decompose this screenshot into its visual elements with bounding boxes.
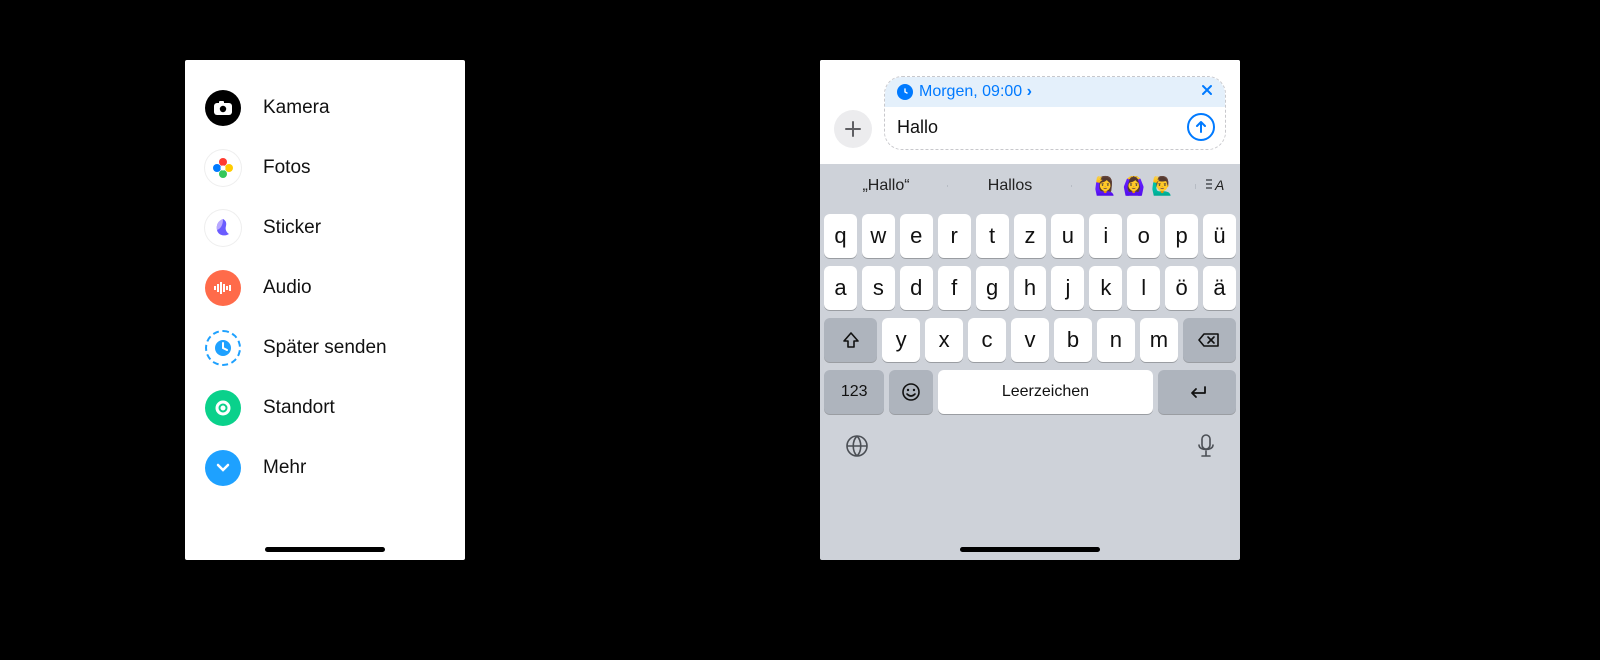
key-c[interactable]: c bbox=[968, 318, 1006, 362]
menu-item-label: Später senden bbox=[263, 337, 387, 359]
menu-item-audio[interactable]: Audio bbox=[185, 258, 465, 318]
key-ue[interactable]: ü bbox=[1203, 214, 1236, 258]
key-space[interactable]: Leerzeichen bbox=[938, 370, 1154, 414]
photos-icon bbox=[205, 150, 241, 186]
emoji-suggestion[interactable]: 🙋‍♂️ bbox=[1151, 176, 1173, 197]
add-attachment-button[interactable] bbox=[834, 110, 872, 148]
key-v[interactable]: v bbox=[1011, 318, 1049, 362]
key-w[interactable]: w bbox=[862, 214, 895, 258]
key-d[interactable]: d bbox=[900, 266, 933, 310]
mic-icon[interactable] bbox=[1196, 433, 1216, 466]
key-x[interactable]: x bbox=[925, 318, 963, 362]
keyboard-bottom-bar bbox=[820, 414, 1240, 470]
schedule-text: Morgen, 09:00 bbox=[919, 83, 1032, 101]
key-q[interactable]: q bbox=[824, 214, 857, 258]
key-j[interactable]: j bbox=[1051, 266, 1084, 310]
key-u[interactable]: u bbox=[1051, 214, 1084, 258]
close-icon[interactable] bbox=[1201, 83, 1213, 101]
font-style-button[interactable]: A bbox=[1196, 176, 1236, 197]
key-g[interactable]: g bbox=[976, 266, 1009, 310]
key-numeric[interactable]: 123 bbox=[824, 370, 884, 414]
home-indicator[interactable] bbox=[265, 547, 385, 552]
suggestion-2[interactable]: Hallos bbox=[948, 177, 1072, 195]
menu-item-sticker[interactable]: Sticker bbox=[185, 198, 465, 258]
key-p[interactable]: p bbox=[1165, 214, 1198, 258]
compose-keyboard-panel: Morgen, 09:00 Hallo „Hallo“ Hallos 🙋‍♀️ bbox=[820, 60, 1240, 560]
menu-item-label: Audio bbox=[263, 277, 312, 299]
emoji-suggestion[interactable]: 🙆‍♀️ bbox=[1123, 176, 1145, 197]
location-icon bbox=[205, 390, 241, 426]
compose-box: Morgen, 09:00 Hallo bbox=[884, 76, 1226, 150]
key-s[interactable]: s bbox=[862, 266, 895, 310]
keyboard-row-4: 123 Leerzeichen bbox=[824, 370, 1236, 414]
key-y[interactable]: y bbox=[882, 318, 920, 362]
keyboard: q w e r t z u i o p ü a s d f g h j k l … bbox=[820, 208, 1240, 414]
emoji-suggestion[interactable]: 🙋‍♀️ bbox=[1094, 176, 1116, 197]
menu-item-label: Kamera bbox=[263, 97, 330, 119]
key-i[interactable]: i bbox=[1089, 214, 1122, 258]
send-button[interactable] bbox=[1187, 113, 1215, 141]
attachment-menu-panel: Kamera Fotos Sticker bbox=[185, 60, 465, 560]
key-e[interactable]: e bbox=[900, 214, 933, 258]
camera-icon bbox=[205, 90, 241, 126]
key-o[interactable]: o bbox=[1127, 214, 1160, 258]
key-f[interactable]: f bbox=[938, 266, 971, 310]
key-m[interactable]: m bbox=[1140, 318, 1178, 362]
suggestion-1[interactable]: „Hallo“ bbox=[824, 177, 948, 195]
sticker-icon bbox=[205, 210, 241, 246]
clock-icon bbox=[205, 330, 241, 366]
key-z[interactable]: z bbox=[1014, 214, 1047, 258]
menu-item-label: Mehr bbox=[263, 457, 306, 479]
key-emoji[interactable] bbox=[889, 370, 932, 414]
key-n[interactable]: n bbox=[1097, 318, 1135, 362]
key-shift[interactable] bbox=[824, 318, 877, 362]
clock-icon bbox=[897, 84, 913, 100]
home-indicator[interactable] bbox=[960, 547, 1100, 552]
schedule-chip[interactable]: Morgen, 09:00 bbox=[885, 77, 1225, 107]
key-ae[interactable]: ä bbox=[1203, 266, 1236, 310]
keyboard-row-2: a s d f g h j k l ö ä bbox=[824, 266, 1236, 310]
globe-icon[interactable] bbox=[844, 433, 870, 466]
menu-item-more[interactable]: Mehr bbox=[185, 438, 465, 498]
suggestion-bar: „Hallo“ Hallos 🙋‍♀️ 🙆‍♀️ 🙋‍♂️ A bbox=[820, 164, 1240, 208]
menu-item-send-later[interactable]: Später senden bbox=[185, 318, 465, 378]
message-input[interactable]: Hallo bbox=[897, 117, 1187, 138]
key-a[interactable]: a bbox=[824, 266, 857, 310]
menu-item-label: Fotos bbox=[263, 157, 311, 179]
keyboard-row-1: q w e r t z u i o p ü bbox=[824, 214, 1236, 258]
key-r[interactable]: r bbox=[938, 214, 971, 258]
key-oe[interactable]: ö bbox=[1165, 266, 1198, 310]
menu-item-camera[interactable]: Kamera bbox=[185, 78, 465, 138]
keyboard-row-3: y x c v b n m bbox=[824, 318, 1236, 362]
key-k[interactable]: k bbox=[1089, 266, 1122, 310]
menu-item-label: Sticker bbox=[263, 217, 321, 239]
chevron-down-icon bbox=[205, 450, 241, 486]
menu-item-location[interactable]: Standort bbox=[185, 378, 465, 438]
key-return[interactable] bbox=[1158, 370, 1236, 414]
key-backspace[interactable] bbox=[1183, 318, 1236, 362]
attachment-menu-list: Kamera Fotos Sticker bbox=[185, 60, 465, 498]
suggestion-emojis[interactable]: 🙋‍♀️ 🙆‍♀️ 🙋‍♂️ bbox=[1072, 176, 1196, 197]
key-t[interactable]: t bbox=[976, 214, 1009, 258]
audio-icon bbox=[205, 270, 241, 306]
compose-area: Morgen, 09:00 Hallo bbox=[820, 60, 1240, 164]
svg-text:A: A bbox=[1214, 177, 1224, 192]
key-h[interactable]: h bbox=[1014, 266, 1047, 310]
key-b[interactable]: b bbox=[1054, 318, 1092, 362]
menu-item-label: Standort bbox=[263, 397, 335, 419]
menu-item-photos[interactable]: Fotos bbox=[185, 138, 465, 198]
key-l[interactable]: l bbox=[1127, 266, 1160, 310]
